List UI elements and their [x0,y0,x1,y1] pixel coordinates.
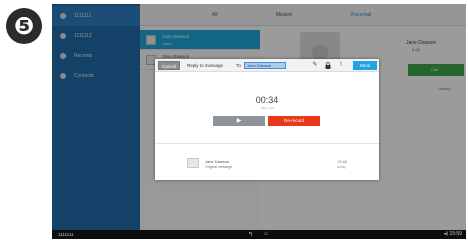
pen-icon[interactable]: ✎ [312,62,318,69]
send-button[interactable]: Send [353,61,377,70]
play-icon: ▶ [236,118,242,124]
priority-icon[interactable]: ! [338,62,344,69]
step-number-badge: ❺ [6,8,42,44]
cancel-button[interactable]: Cancel [158,61,180,70]
reply-message-dialog: Cancel Reply to message To Jane Dawson ✎… [155,59,379,180]
back-icon[interactable]: ↰ [248,231,253,238]
original-message-name: Jane Dawson [205,159,230,164]
original-message-time: 13:46 [337,159,348,164]
recipient-field[interactable]: Jane Dawson [244,62,286,69]
dialog-toolbar: Cancel Reply to message To Jane Dawson ✎… [155,59,379,72]
lock-icon[interactable] [325,62,331,69]
original-message-date: today [337,165,346,169]
status-clock: ◂) 15:59 [443,231,462,237]
to-label: To [236,63,241,68]
home-icon[interactable]: ⌂ [264,231,268,237]
recording-limit: max 1 min [260,106,274,110]
play-button[interactable]: ▶ [213,116,265,126]
device-label: 1111111 [58,232,74,237]
system-bar: 1111111 ↰ ⌂ ◂) 15:59 [52,230,466,239]
dialog-title: Reply to message [187,63,224,68]
divider [155,143,379,144]
rerecord-button[interactable]: Re-record [268,116,320,126]
recording-timer: 00:34 [255,95,279,105]
original-message-label: Original message [205,165,233,169]
voicemail-icon [187,158,199,168]
